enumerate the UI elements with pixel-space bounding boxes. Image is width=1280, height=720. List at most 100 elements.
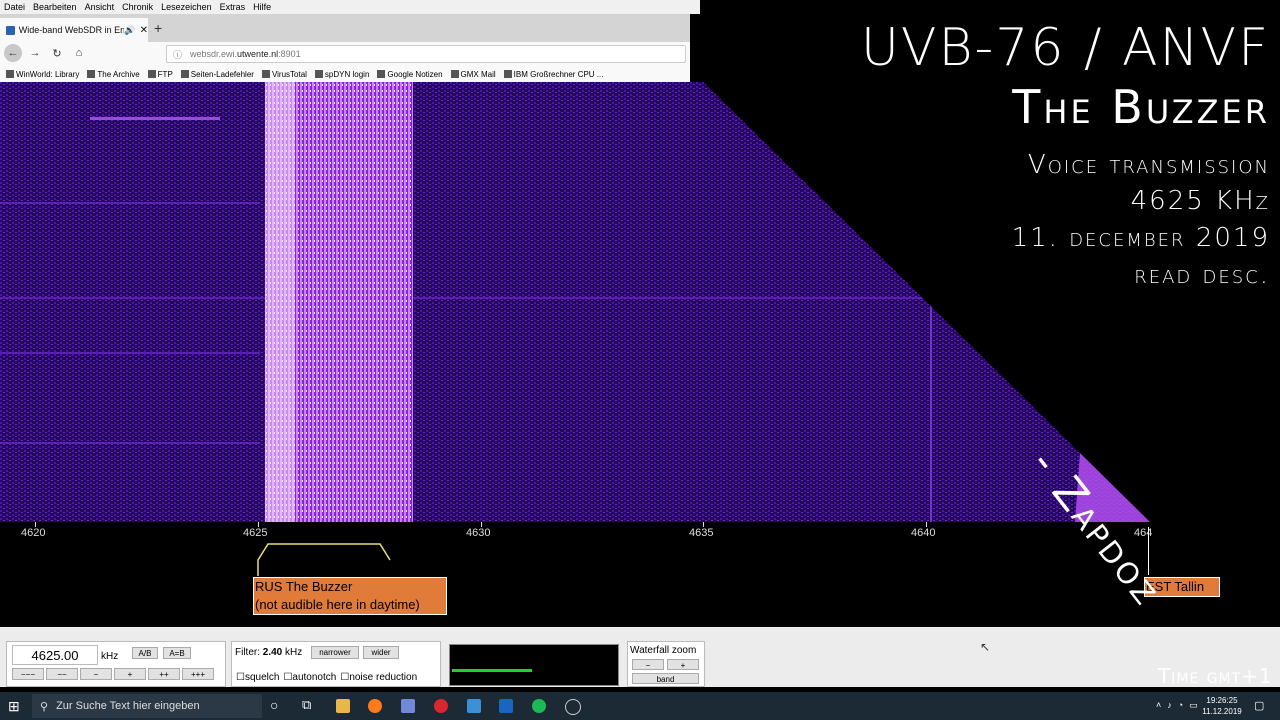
bookmark-label: WinWorld: Library (16, 69, 80, 79)
new-tab-icon[interactable]: + (154, 20, 162, 36)
browser-tab[interactable]: Wide-band WebSDR in Ens 🔊 ✕ (0, 18, 148, 42)
taskbar-search[interactable]: ⚲ Zur Suche Text hier eingeben (32, 694, 262, 718)
menu-extras[interactable]: Extras (216, 2, 250, 12)
url-suffix: :8901 (278, 49, 301, 59)
bookmark-label: IBM Großrechner CPU ... (513, 69, 604, 79)
station-label-line1: RUS The Buzzer (255, 579, 353, 594)
tick-label: 4630 (466, 527, 491, 539)
clock-date: 11.12.2019 (1202, 707, 1242, 716)
menu-hilfe[interactable]: Hilfe (249, 2, 275, 12)
menu-lesezeichen[interactable]: Lesezeichen (157, 2, 216, 12)
bookmark-label: spDYN login (324, 69, 370, 79)
opera-icon[interactable] (434, 699, 448, 713)
clock-time: 19:26:25 (1206, 696, 1238, 705)
close-tab-icon[interactable]: ✕ (140, 25, 148, 36)
speaker-icon[interactable]: 🔊 (124, 25, 135, 36)
frequency-unit: kHz (101, 651, 119, 662)
nav-buttons: ← → ↻ ⌂ (4, 44, 88, 62)
bookmark-icon (503, 70, 512, 78)
bookmark[interactable]: Google Notizen (377, 69, 443, 79)
bookmark-label: FTP (157, 69, 173, 79)
bookmark[interactable]: FTP (147, 69, 173, 79)
bookmark-label: The Archive (97, 69, 140, 79)
menu-datei[interactable]: Datei (0, 2, 29, 12)
bookmark-icon (6, 70, 14, 78)
bookmark-label: Seiten-Ladefehler (190, 69, 254, 79)
step-up-1-button[interactable]: + (114, 668, 146, 680)
task-view-icon[interactable]: ⧉ (302, 697, 311, 713)
back-icon[interactable]: ← (4, 44, 22, 62)
home-icon[interactable]: ⌂ (70, 44, 88, 62)
autonotch-label: autonotch (292, 672, 337, 683)
bookmark[interactable]: WinWorld: Library (6, 70, 79, 79)
filter-options: ☐squelch ☐autonotch ☐noise reduction (236, 672, 417, 683)
app-icon[interactable] (565, 699, 581, 715)
zoom-out-button[interactable]: − (632, 659, 664, 670)
bookmark-icon (314, 70, 323, 78)
step-up-3-button[interactable]: +++ (182, 668, 214, 680)
passband-indicator[interactable] (250, 538, 400, 578)
noise-reduction-label: noise reduction (349, 672, 418, 683)
bookmark[interactable]: Seiten-Ladefehler (180, 69, 254, 79)
menu-bearbeiten[interactable]: Bearbeiten (29, 2, 81, 12)
step-down-3-button[interactable]: −−− (12, 668, 44, 680)
filter-label: Filter: (235, 647, 260, 658)
taskbar-clock[interactable]: 19:26:25 11.12.2019 (1198, 695, 1246, 717)
overlay-time-label: Time gmt+1 (1158, 664, 1273, 688)
outlook-icon[interactable] (499, 699, 513, 713)
station-label-line2: (not audible here in daytime) (255, 597, 420, 612)
ab-button[interactable]: A/B (132, 647, 158, 659)
bookmark-icon (261, 70, 270, 78)
url-host: utwente.nl (237, 49, 279, 59)
tray-chevron-icon[interactable]: ˄ (1156, 700, 1161, 711)
bookmark[interactable]: The Archive (87, 69, 140, 79)
a-equals-b-button[interactable]: A=B (163, 647, 191, 659)
zoom-in-button[interactable]: + (667, 659, 699, 670)
windows-start-icon[interactable]: ⊞ (8, 698, 20, 715)
narrower-button[interactable]: narrower (311, 646, 359, 659)
site-info-icon[interactable]: ⓘ (173, 48, 182, 61)
menu-ansicht[interactable]: Ansicht (81, 2, 119, 12)
step-down-2-button[interactable]: −− (46, 668, 78, 680)
keyboard-icon[interactable]: ▭ (1189, 700, 1198, 711)
step-down-1-button[interactable]: − (80, 668, 112, 680)
discord-icon[interactable] (401, 699, 415, 713)
bookmark-icon (87, 70, 96, 78)
filter-unit: kHz (285, 647, 303, 658)
firefox-icon[interactable] (368, 699, 382, 713)
menu-chronik[interactable]: Chronik (118, 2, 157, 12)
mouse-cursor-icon: ↖ (980, 640, 991, 654)
station-label-buzzer[interactable]: RUS The Buzzer (not audible here in dayt… (253, 577, 447, 615)
search-placeholder: Zur Suche Text hier eingeben (56, 700, 200, 712)
squelch-checkbox[interactable]: ☐squelch (236, 672, 279, 683)
overlay-line-3: 11. december 2019 (1011, 223, 1270, 253)
overlay-title: UVB-76 / ANVF (860, 18, 1270, 78)
overlay-line-4: read desc. (1134, 260, 1270, 290)
overlay-line-1: Voice transmission (1027, 150, 1270, 180)
notification-icon[interactable]: ▢ (1254, 699, 1264, 712)
overlay-line-2: 4625 KHz (1130, 186, 1270, 216)
reload-icon[interactable]: ↻ (48, 44, 66, 62)
file-explorer-icon[interactable] (336, 699, 350, 713)
spotify-icon[interactable] (532, 699, 546, 713)
url-bar[interactable]: ⓘ websdr.ewi. utwente.nl:8901 (166, 45, 686, 63)
bookmark[interactable]: spDYN login (314, 69, 370, 79)
step-up-2-button[interactable]: ++ (148, 668, 180, 680)
bookmark[interactable]: IBM Großrechner CPU ... (503, 69, 604, 79)
cortana-icon[interactable]: ○ (270, 697, 278, 713)
wider-button[interactable]: wider (363, 646, 399, 659)
bookmark-label: Google Notizen (387, 69, 443, 79)
autonotch-checkbox[interactable]: ☐autonotch (283, 672, 336, 683)
bookmarks-bar: WinWorld: Library The Archive FTP Seiten… (0, 66, 690, 82)
zoom-band-button[interactable]: band (632, 673, 699, 684)
frequency-input[interactable]: 4625.00 (12, 645, 98, 665)
menu-bar: Datei Bearbeiten Ansicht Chronik Lesezei… (0, 0, 700, 14)
tick-label: 4640 (911, 527, 936, 539)
noise-reduction-checkbox[interactable]: ☐noise reduction (340, 672, 417, 683)
forward-icon[interactable]: → (26, 44, 44, 62)
store-icon[interactable] (467, 699, 481, 713)
bookmark[interactable]: VirusTotal (261, 70, 307, 79)
network-icon[interactable]: ◔ (1178, 700, 1183, 711)
volume-icon[interactable]: ♪ (1167, 700, 1172, 711)
bookmark[interactable]: GMX Mail (450, 70, 496, 79)
